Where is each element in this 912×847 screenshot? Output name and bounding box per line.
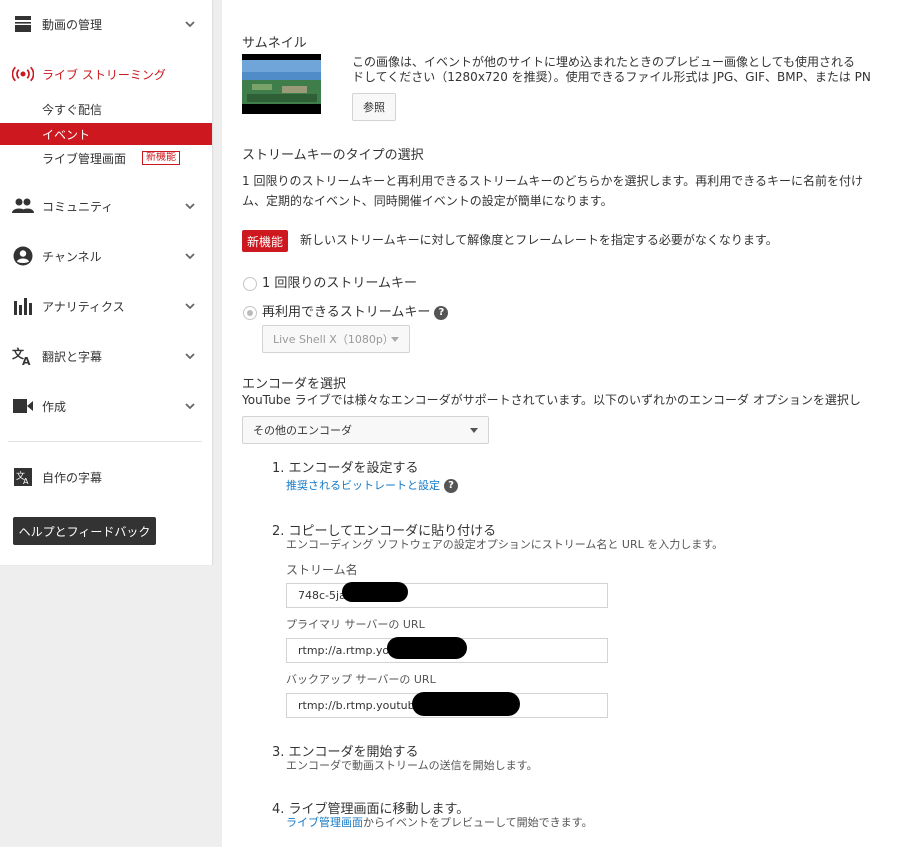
chevron-down-icon	[185, 203, 195, 210]
chevron-down-icon	[185, 253, 195, 260]
step-4-desc-rest: からイベントをプレビューして開始できます。	[363, 816, 593, 829]
sidebar-subitem-label: 今すぐ配信	[42, 102, 103, 117]
chevron-down-icon	[185, 21, 195, 28]
browse-button[interactable]: 参照	[352, 93, 396, 121]
community-icon	[12, 195, 34, 217]
encoder-desc: YouTube ライブでは様々なエンコーダがサポートされています。以下のいずれか…	[242, 393, 861, 407]
stream-name-label: ストリーム名	[286, 563, 358, 577]
recommended-bitrate-link[interactable]: 推奨されるビットレートと設定	[286, 479, 440, 492]
sidebar-subitem-label: ライブ管理画面	[42, 151, 127, 166]
sidebar-subitem-label: イベント	[42, 127, 91, 142]
radio-reuse-key-text: 再利用できるストリームキー	[262, 305, 431, 320]
sidebar-item-community[interactable]: コミュニティ	[0, 182, 212, 230]
radio-reuse-key[interactable]	[243, 306, 257, 320]
redaction-mark	[412, 692, 520, 716]
channel-icon	[12, 245, 34, 267]
step-1-title: 1. エンコーダを設定する	[272, 457, 419, 476]
step-number: 3.	[272, 745, 285, 760]
caret-down-icon	[470, 428, 478, 433]
live-icon	[12, 63, 34, 85]
help-icon[interactable]: ?	[434, 305, 449, 320]
sidebar-item-label: アナリティクス	[42, 299, 125, 314]
primary-url-value: rtmp://a.rtmp.yout	[298, 644, 401, 657]
sidebar: 動画の管理 ライブ ストリーミング 今すぐ配信 イベント ライブ管理画面 新機能…	[0, 0, 212, 565]
streamkey-desc-line2: ム、定期的なイベント、同時開催イベントの設定が簡単になります。	[242, 194, 613, 208]
step-1-link-row: 推奨されるビットレートと設定?	[286, 477, 458, 493]
encoder-select[interactable]: その他のエンコーダ	[242, 416, 489, 444]
caret-down-icon	[391, 337, 399, 342]
sidebar-item-own-subtitles[interactable]: 文A 自作の字幕	[0, 453, 212, 501]
primary-url-label: プライマリ サーバーの URL	[286, 618, 425, 631]
radio-once-key-label: 1 回限りのストリームキー	[262, 276, 418, 291]
step-title-text: エンコーダを設定する	[288, 461, 419, 476]
backup-url-value: rtmp://b.rtmp.youtube.c	[298, 699, 431, 712]
sidebar-item-analytics[interactable]: アナリティクス	[0, 282, 212, 330]
sidebar-subitem-live-control-room[interactable]: ライブ管理画面 新機能	[0, 147, 212, 169]
sidebar-item-label: ライブ ストリーミング	[42, 67, 166, 82]
sidebar-item-label: コミュニティ	[42, 199, 114, 214]
sidebar-item-translations[interactable]: 文A 翻訳と字幕	[0, 332, 212, 380]
step-2-desc: エンコーディング ソフトウェアの設定オプションにストリーム名と URL を入力し…	[286, 538, 724, 551]
video-manager-icon	[12, 13, 34, 35]
thumbnail-heading: サムネイル	[242, 36, 307, 51]
sidebar-item-create[interactable]: 作成	[0, 382, 212, 430]
step-number: 4.	[272, 802, 285, 817]
help-feedback-button[interactable]: ヘルプとフィードバック	[13, 517, 156, 545]
step-number: 2.	[272, 524, 285, 539]
sidebar-item-label: 動画の管理	[42, 17, 103, 32]
sidebar-item-live[interactable]: ライブ ストリーミング	[0, 50, 212, 98]
sidebar-subitem-stream-now[interactable]: 今すぐ配信	[0, 98, 212, 120]
svg-text:A: A	[23, 477, 29, 486]
chevron-down-icon	[185, 353, 195, 360]
sidebar-item-label: 翻訳と字幕	[42, 349, 103, 364]
chevron-down-icon	[185, 403, 195, 410]
svg-text:A: A	[22, 355, 31, 366]
step-number: 1.	[272, 461, 285, 476]
backup-url-label: バックアップ サーバーの URL	[286, 673, 436, 686]
sidebar-item-label: チャンネル	[42, 249, 102, 264]
create-icon	[12, 395, 34, 417]
streamkey-heading: ストリームキーのタイプの選択	[242, 148, 424, 163]
stream-name-input[interactable]: 748c-5ja	[286, 583, 608, 608]
help-icon[interactable]: ?	[444, 478, 458, 493]
thumbnail-desc-line2: ドしてください（1280x720 を推奨）。使用できるファイル形式は JPG、G…	[352, 70, 871, 84]
chevron-down-icon	[185, 303, 195, 310]
thumbnail-image	[242, 54, 321, 114]
sidebar-divider	[8, 441, 202, 442]
sidebar-item-label: 作成	[42, 399, 67, 414]
sidebar-item-channel[interactable]: チャンネル	[0, 232, 212, 280]
new-feature-text: 新しいストリームキーに対して解像度とフレームレートを指定する必要がなくなります。	[300, 233, 778, 247]
analytics-icon	[12, 295, 34, 317]
step-3-desc: エンコーダで動画ストリームの送信を開始します。	[286, 759, 538, 772]
reuse-key-select[interactable]: Live Shell X（1080p）	[262, 325, 410, 353]
redaction-mark	[387, 637, 467, 659]
sidebar-item-label: 自作の字幕	[42, 470, 103, 485]
sidebar-subitem-events[interactable]: イベント	[0, 123, 212, 145]
encoder-select-value: その他のエンコーダ	[253, 424, 352, 437]
main-panel: サムネイル この画像は、イベントが他のサイトに埋め込まれたときのプレビュー画像と…	[222, 0, 912, 847]
step-4-desc: ライブ管理画面からイベントをプレビューして開始できます。	[286, 814, 593, 830]
subtitles-icon: 文A	[12, 466, 34, 488]
redaction-mark	[342, 582, 408, 602]
sidebar-item-video-manager[interactable]: 動画の管理	[0, 0, 212, 48]
stream-name-value: 748c-5ja	[298, 589, 346, 602]
translate-icon: 文A	[12, 345, 34, 367]
new-feature-badge: 新機能	[242, 230, 289, 252]
radio-reuse-key-label: 再利用できるストリームキー?	[262, 303, 449, 323]
reuse-key-select-value: Live Shell X（1080p）	[273, 333, 394, 346]
live-control-room-link[interactable]: ライブ管理画面	[286, 816, 363, 829]
streamkey-desc-line1: 1 回限りのストリームキーと再利用できるストリームキーのどちらかを選択します。再…	[242, 174, 864, 188]
new-feature-badge: 新機能	[142, 151, 181, 165]
radio-once-key[interactable]	[243, 277, 257, 291]
